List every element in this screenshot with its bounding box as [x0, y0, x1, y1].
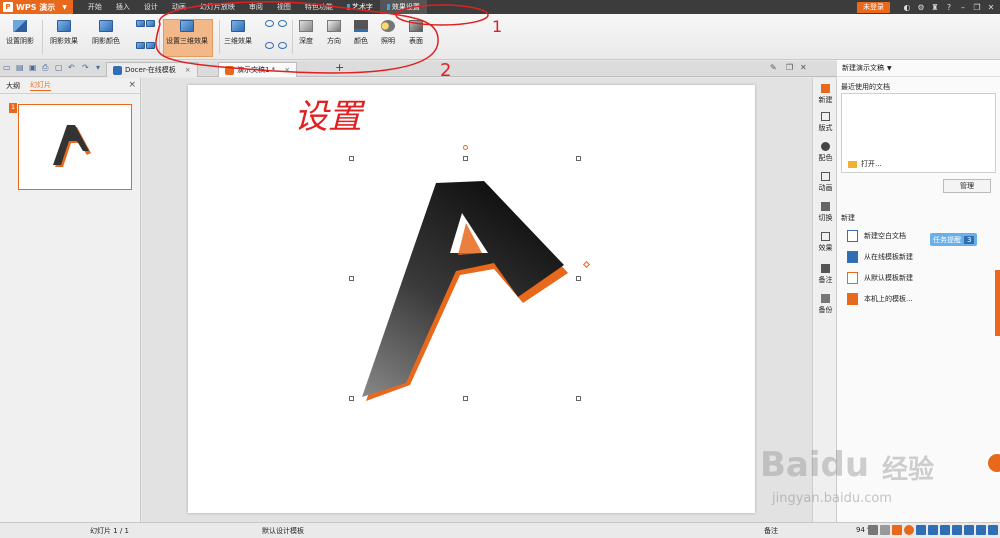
chevron-down-icon: ▼: [887, 64, 892, 72]
watermark-brand: Baidu: [760, 445, 870, 485]
design-template-name: 默认设计模板: [262, 527, 304, 535]
side-scroll-tab[interactable]: [995, 270, 1000, 336]
ime-emoji-icon[interactable]: [940, 525, 950, 535]
strip-backup[interactable]: 备份: [813, 294, 838, 315]
default-template-icon: [847, 272, 858, 284]
strip-effects[interactable]: 效果: [813, 232, 838, 253]
task-reminder-badge[interactable]: 任务提醒 3: [930, 233, 978, 246]
ime-keyboard-icon[interactable]: [952, 525, 962, 535]
strip-transition[interactable]: 切换: [813, 202, 838, 223]
strip-animation[interactable]: 动画: [813, 172, 838, 193]
ime-mode-icon[interactable]: [916, 525, 926, 535]
online-template-icon: [847, 251, 858, 263]
animation-icon: [821, 172, 830, 181]
notes-icon: [821, 264, 830, 273]
strip-layout[interactable]: 版式: [813, 112, 838, 133]
ime-user-icon[interactable]: [964, 525, 974, 535]
new-icon: [821, 84, 830, 93]
notes-button[interactable]: 备注: [764, 526, 778, 536]
ime-tools-icon[interactable]: [988, 525, 998, 535]
status-bar: 幻灯片 1 / 1 默认设计模板 备注 94 %: [0, 522, 1000, 538]
annotation-number-1: 1: [492, 17, 502, 36]
watermark-url: jingyan.baidu.com: [772, 491, 892, 506]
transition-icon: [821, 202, 830, 211]
annotation-number-2: 2: [440, 60, 451, 81]
ime-skin-icon[interactable]: [976, 525, 986, 535]
layout-icon: [821, 112, 830, 121]
new-from-online[interactable]: 从在线模板新建: [847, 251, 913, 263]
sogou-input-icon[interactable]: [904, 525, 914, 535]
resize-handle-w[interactable]: [349, 276, 354, 281]
slideshow-view-icon[interactable]: [892, 525, 902, 535]
local-templates[interactable]: 本机上的模板...: [847, 293, 913, 305]
watermark-brand-cn: 经验: [882, 455, 935, 485]
recent-docs-label: 最近使用的文档: [841, 83, 890, 91]
effects-icon: [821, 232, 830, 241]
baidu-watermark: Baidu 经验 jingyan.baidu.com: [760, 425, 1000, 520]
new-section-label: 新建: [841, 214, 855, 222]
resize-handle-sw[interactable]: [349, 396, 354, 401]
new-from-default[interactable]: 从默认模板新建: [847, 272, 913, 284]
annotation-text: 设置: [294, 97, 366, 137]
slide-position: 幻灯片 1 / 1: [90, 527, 129, 535]
strip-color-scheme[interactable]: 配色: [813, 142, 838, 163]
new-blank-doc[interactable]: 新建空白文档: [847, 230, 906, 242]
status-icons: [868, 525, 998, 535]
normal-view-icon[interactable]: [868, 525, 878, 535]
local-template-icon: [847, 293, 858, 305]
palette-icon: [821, 142, 830, 151]
open-link[interactable]: 打开...: [848, 159, 882, 169]
task-pane-header[interactable]: 新建演示文稿 ▼: [837, 60, 1000, 77]
resize-handle-e[interactable]: [576, 276, 581, 281]
backup-icon: [821, 294, 830, 303]
resize-handle-s[interactable]: [463, 396, 468, 401]
resize-handle-se[interactable]: [576, 396, 581, 401]
strip-new[interactable]: 新建: [813, 84, 838, 105]
manage-button[interactable]: 管理: [943, 179, 991, 193]
folder-icon: [848, 160, 857, 168]
sorter-view-icon[interactable]: [880, 525, 890, 535]
recent-docs-box: 打开...: [841, 93, 996, 173]
strip-notes[interactable]: 备注: [813, 264, 838, 285]
blank-doc-icon: [847, 230, 858, 242]
ime-punct-icon[interactable]: [928, 525, 938, 535]
